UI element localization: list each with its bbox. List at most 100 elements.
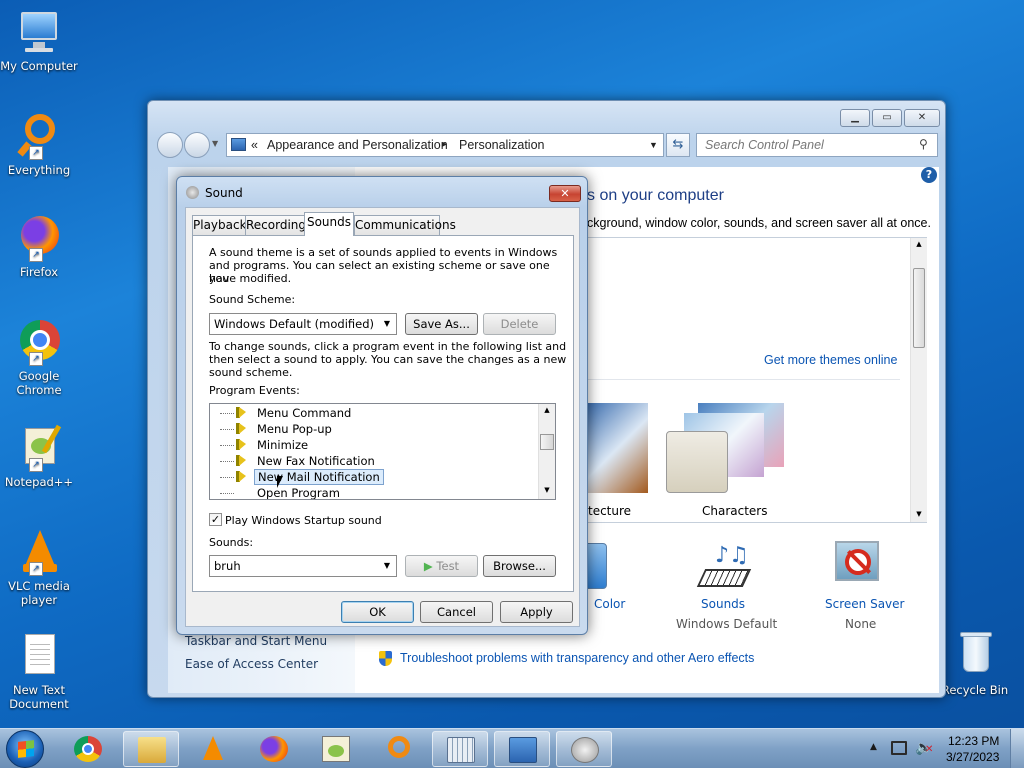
- save-as-button[interactable]: Save As...: [405, 313, 478, 335]
- close-button[interactable]: ✕: [904, 109, 940, 127]
- desktop-icon-label: Google Chrome: [16, 369, 62, 397]
- desktop-icon-my-computer[interactable]: My Computer: [0, 8, 78, 73]
- taskbar-control-panel[interactable]: [494, 731, 550, 767]
- apply-button[interactable]: Apply: [500, 601, 573, 623]
- tab-communications[interactable]: Communications: [354, 215, 456, 235]
- address-dropdown-icon[interactable]: ▼: [649, 134, 658, 156]
- left-link-taskbar[interactable]: Taskbar and Start Menu: [185, 634, 327, 648]
- taskbar-chrome[interactable]: [60, 731, 116, 767]
- cancel-button[interactable]: Cancel: [420, 601, 493, 623]
- sounds-title[interactable]: Sounds: [701, 597, 745, 611]
- sounds-tab-panel: A sound theme is a set of sounds applied…: [192, 235, 574, 592]
- taskbar-vlc[interactable]: [185, 731, 241, 767]
- ok-button[interactable]: OK: [341, 601, 414, 623]
- recent-pages-chevron-icon[interactable]: ▼: [212, 139, 218, 148]
- forward-button[interactable]: [184, 132, 210, 158]
- desktop-icon-vlc[interactable]: ↗ VLC media player: [0, 528, 78, 607]
- scroll-down-icon[interactable]: ▼: [539, 486, 555, 494]
- browse-button[interactable]: Browse...: [483, 555, 556, 577]
- help-icon[interactable]: ?: [921, 167, 937, 183]
- sound-file-value: bruh: [214, 559, 241, 573]
- dialog-title: Sound: [205, 186, 243, 200]
- start-button[interactable]: [6, 730, 44, 768]
- chevron-down-icon: ▼: [383, 319, 391, 328]
- show-hidden-icons-button[interactable]: ▲: [870, 742, 877, 752]
- taskbar-control-panel-keyboard[interactable]: [432, 731, 488, 767]
- get-more-themes-link[interactable]: Get more themes online: [764, 353, 897, 367]
- desktop-icon-everything[interactable]: ↗ Everything: [0, 112, 78, 177]
- troubleshoot-link[interactable]: Troubleshoot problems with transparency …: [400, 651, 754, 665]
- clock-date[interactable]: 3/27/2023: [946, 750, 999, 764]
- minimize-button[interactable]: ▁: [840, 109, 870, 127]
- theme-architecture[interactable]: [588, 403, 648, 493]
- speaker-title-icon: [186, 186, 199, 199]
- list-item[interactable]: Menu Pop-up: [210, 421, 540, 437]
- sounds-item[interactable]: ♪♫ Sounds Windows Default: [675, 539, 815, 632]
- refresh-button[interactable]: ⇆: [666, 133, 690, 157]
- taskbar-everything[interactable]: [370, 731, 426, 767]
- list-item-selected[interactable]: New Mail Notification: [210, 469, 540, 485]
- program-events-list[interactable]: Menu Command Menu Pop-up Minimize New Fa…: [209, 403, 556, 500]
- breadcrumb-prefix[interactable]: «: [251, 134, 258, 156]
- speaker-icon: [571, 737, 599, 763]
- window-color-item[interactable]: [587, 543, 647, 591]
- sound-file-select[interactable]: bruh ▼: [209, 555, 397, 577]
- desktop-icon-new-text-document[interactable]: New Text Document: [0, 632, 78, 711]
- show-desktop-button[interactable]: [1010, 729, 1024, 768]
- startup-sound-checkbox[interactable]: ✓: [209, 513, 222, 526]
- tab-playback[interactable]: Playback: [192, 215, 247, 235]
- back-button[interactable]: [157, 132, 183, 158]
- control-panel-icon: [231, 138, 246, 151]
- taskbar-sound[interactable]: [556, 731, 612, 767]
- maximize-button[interactable]: ▭: [872, 109, 902, 127]
- search-input[interactable]: Search Control Panel: [696, 133, 938, 157]
- network-icon[interactable]: [891, 741, 907, 755]
- tab-recording[interactable]: Recording: [245, 215, 306, 235]
- sound-scheme-select[interactable]: Windows Default (modified) ▼: [209, 313, 397, 335]
- themes-divider: [588, 379, 900, 380]
- desktop-icon-chrome[interactable]: ↗ Google Chrome: [0, 318, 78, 397]
- delete-button[interactable]: Delete: [483, 313, 556, 335]
- notepadpp-icon: ↗: [15, 424, 63, 472]
- left-link-ease-of-access[interactable]: Ease of Access Center: [185, 657, 318, 671]
- list-item[interactable]: New Fax Notification: [210, 453, 540, 469]
- window-color-title[interactable]: Color: [594, 597, 625, 611]
- desktop-icon-recycle-bin[interactable]: Recycle Bin: [936, 632, 1014, 697]
- events-scrollbar[interactable]: ▲ ▼: [538, 404, 555, 499]
- volume-muted-icon[interactable]: 🔈 ✕: [915, 740, 933, 756]
- taskbar-firefox[interactable]: [246, 731, 302, 767]
- list-item[interactable]: Minimize: [210, 437, 540, 453]
- windows-logo-icon: [18, 740, 34, 758]
- speaker-icon: [236, 455, 246, 466]
- breadcrumb-separator-icon[interactable]: ▸: [442, 134, 447, 156]
- clock-time[interactable]: 12:23 PM: [948, 734, 999, 748]
- tab-sounds[interactable]: Sounds: [304, 212, 354, 236]
- page-heading: s on your computer: [587, 187, 724, 204]
- breadcrumb-personalization[interactable]: Personalization: [459, 134, 544, 156]
- scrollbar-thumb[interactable]: [913, 268, 925, 348]
- screen-saver-icon: [835, 541, 879, 581]
- screen-saver-title[interactable]: Screen Saver: [825, 597, 904, 611]
- desktop-icon-firefox[interactable]: ↗ Firefox: [0, 214, 78, 279]
- scrollbar-thumb[interactable]: [540, 434, 554, 450]
- breadcrumb-appearance[interactable]: Appearance and Personalization: [267, 134, 448, 156]
- desktop-icon-label: Notepad++: [4, 475, 74, 489]
- list-item[interactable]: Menu Command: [210, 405, 540, 421]
- taskbar-notepadpp[interactable]: [308, 731, 364, 767]
- search-icon[interactable]: ⚲: [919, 137, 928, 151]
- desktop-icon-notepadpp[interactable]: ↗ Notepad++: [0, 424, 78, 489]
- scroll-up-icon[interactable]: ▲: [539, 406, 555, 414]
- speaker-icon: [236, 407, 246, 418]
- speaker-icon: [236, 423, 246, 434]
- taskbar-explorer[interactable]: [123, 731, 179, 767]
- test-button[interactable]: ▶ Test: [405, 555, 478, 577]
- themes-scrollbar[interactable]: ▲ ▼: [910, 238, 927, 522]
- sounds-subtitle: Windows Default: [676, 617, 778, 631]
- screen-saver-item[interactable]: Screen Saver None: [819, 539, 939, 631]
- address-bar[interactable]: « Appearance and Personalization ▸ Perso…: [226, 133, 664, 157]
- list-item[interactable]: Open Program: [210, 485, 540, 499]
- theme-characters[interactable]: [666, 403, 788, 497]
- dialog-close-button[interactable]: ✕: [549, 185, 581, 202]
- startup-sound-label[interactable]: Play Windows Startup sound: [225, 514, 382, 527]
- text-document-icon: [15, 632, 63, 680]
